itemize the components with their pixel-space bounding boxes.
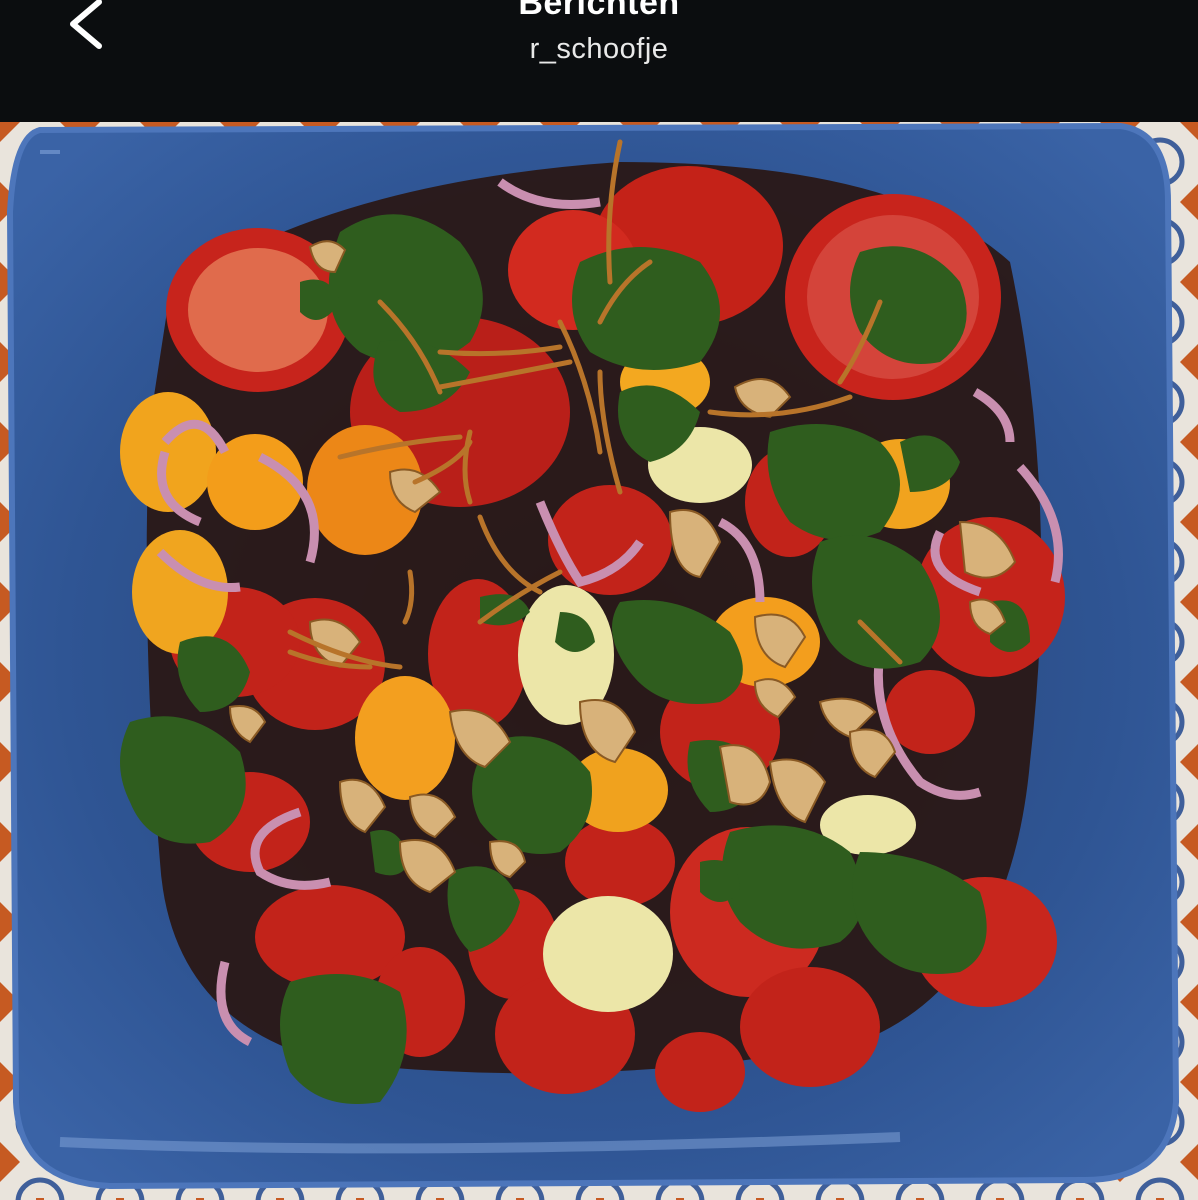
account-username[interactable]: r_schoofje: [0, 33, 1198, 66]
page-title: Berichten: [518, 0, 680, 22]
salad-photo-illustration: [0, 122, 1198, 1200]
post-photo[interactable]: [0, 122, 1198, 1200]
top-navigation-bar: Berichten r_schoofje: [0, 0, 1198, 122]
